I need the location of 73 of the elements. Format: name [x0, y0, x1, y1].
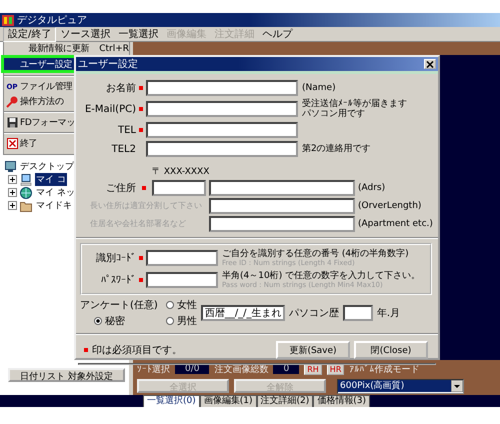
address-field[interactable]: [209, 216, 355, 232]
field-hint: 住居名や会社名部署名など: [89, 220, 187, 228]
address-field[interactable]: [209, 198, 355, 214]
field-label: ﾊﾟｽﾜｰﾄﾞ: [100, 274, 136, 286]
dialog-button[interactable]: 更新(Save): [276, 341, 350, 359]
address-field[interactable]: [209, 180, 355, 196]
menu-entry[interactable]: 最新情報に更新 Ctrl+R: [4, 42, 129, 55]
expand-plus-icon[interactable]: [8, 175, 17, 184]
birth-date-field[interactable]: 西暦__/_/_生まれ: [200, 305, 285, 321]
field-note: (OrverLength): [358, 201, 422, 211]
folder-icon: [20, 200, 32, 212]
field-note: 半角(4～10桁) で任意の数字を入力して下さい。: [222, 271, 422, 281]
total-label: 注文画像総数: [214, 364, 268, 376]
field-label: TEL2: [110, 144, 136, 154]
field-label: お名前: [105, 82, 136, 95]
key-icon: [6, 96, 18, 108]
input-field[interactable]: [146, 141, 298, 157]
close-icon: [426, 60, 434, 68]
computer-icon: [20, 174, 32, 186]
pc-experience-field[interactable]: [342, 305, 373, 321]
field-label: E-Mail(PC): [84, 104, 136, 114]
app-title: デジタルピュア: [17, 14, 87, 27]
globe-icon: [20, 186, 32, 198]
input-field[interactable]: [146, 101, 298, 117]
close-box-icon: [6, 138, 18, 149]
tree-item[interactable]: デスクトップ: [19, 160, 75, 173]
menu-item[interactable]: ヘルプ: [258, 28, 296, 40]
field-hint: 長い住所は適宜分割して下さい: [89, 202, 203, 210]
close-button[interactable]: [424, 59, 436, 69]
mode-label: ｱﾙﾊﾞﾑ作成モード: [349, 364, 420, 376]
sort-label: ｿｰﾄ選択: [137, 364, 170, 376]
field-note: 第2の連絡用です: [302, 144, 372, 154]
field-note: (Apartment etc.): [358, 219, 433, 229]
expand-plus-icon[interactable]: [8, 188, 17, 197]
input-field[interactable]: [146, 80, 298, 96]
field-note: 受注送信ﾒｰﾙ等が届きます: [302, 99, 408, 109]
unit-label: 年.月: [376, 307, 400, 320]
field-note: パソコン用です: [302, 109, 366, 119]
tree-item[interactable]: マイドキ: [35, 199, 73, 212]
desktop-icon: [5, 161, 16, 172]
field-note: (Name): [302, 83, 337, 93]
mode-dropdown[interactable]: 600Pix(高画質): [337, 378, 464, 394]
menu-item[interactable]: ソース選択: [56, 28, 114, 40]
tree-item[interactable]: マイ コ: [35, 173, 67, 186]
input-field[interactable]: [146, 122, 298, 138]
field-label: ご住所: [105, 182, 136, 195]
field-note: (Adrs): [358, 183, 386, 193]
survey-label: アンケート(任意): [80, 298, 158, 312]
tab[interactable]: 価格情報(3): [313, 395, 370, 407]
date-list-exclude-button[interactable]: 日付リスト 対象外設定: [8, 368, 125, 382]
app-icon: [2, 14, 14, 26]
radio-option[interactable]: 秘密: [80, 314, 158, 328]
input-field[interactable]: [146, 250, 218, 266]
tree-item[interactable]: マイ ネッ: [35, 186, 76, 199]
zip-field[interactable]: [152, 180, 206, 196]
tab[interactable]: 画像編集(1): [200, 395, 256, 407]
field-label: 識別ｺｰﾄﾞ: [95, 252, 136, 265]
field-label: TEL: [117, 124, 136, 136]
required-mark-icon: [84, 348, 88, 352]
zip-format-hint: 〒 XXX-XXXX: [152, 166, 210, 178]
radio-option[interactable]: 女性: [166, 298, 197, 312]
dropdown-arrow-icon: [451, 380, 463, 392]
radio-option[interactable]: 男性: [166, 314, 197, 328]
menu-item[interactable]: 一覧選択: [114, 28, 162, 40]
menu-item[interactable]: 設定/終了: [3, 26, 56, 42]
required-note: 印は必須項目です。: [92, 344, 182, 357]
pc-experience-label: パソコン歴: [288, 307, 339, 320]
expand-plus-icon[interactable]: [8, 201, 17, 210]
tab[interactable]: 一覧選択(0): [143, 395, 200, 407]
input-field[interactable]: [146, 272, 218, 288]
dialog-button[interactable]: 閉(Close): [354, 341, 428, 359]
field-note: ご自分を識別する任意の番号 (4桁の半角数字): [222, 249, 410, 259]
tab[interactable]: 注文詳細(2): [256, 395, 314, 407]
